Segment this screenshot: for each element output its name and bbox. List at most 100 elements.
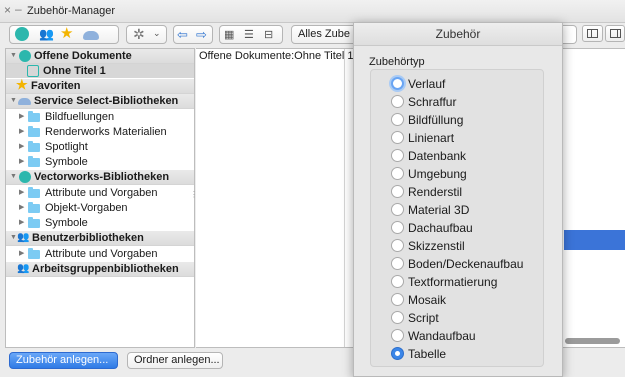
sidebar-item-bildfuellungen[interactable]: ▶ Bildfuellungen [6, 110, 194, 124]
sidebar-item-label: Symbole [45, 156, 88, 168]
radio-verlauf[interactable]: Verlauf [391, 76, 561, 92]
sidebar-section-favorites[interactable]: ★ Favoriten [6, 78, 194, 94]
toggle-sidebar-button[interactable] [582, 25, 603, 42]
radio-button[interactable] [391, 77, 404, 90]
sidebar-section-label: Offene Dokumente [34, 50, 132, 62]
search-input[interactable] [563, 25, 577, 44]
disclosure-open-icon[interactable]: ▼ [10, 94, 17, 108]
radio-button[interactable] [391, 113, 404, 126]
radio-bildfuellung[interactable]: Bildfüllung [391, 112, 561, 128]
radio-label: Renderstil [408, 185, 463, 199]
disclosure-open-icon[interactable]: ▼ [10, 231, 17, 245]
radio-mosaik[interactable]: Mosaik [391, 292, 561, 308]
radio-dachaufbau[interactable]: Dachaufbau [391, 220, 561, 236]
radio-button[interactable] [391, 167, 404, 180]
icon-view-icon[interactable]: ▦ [224, 27, 240, 43]
radio-button[interactable] [391, 239, 404, 252]
radio-label: Skizzenstil [408, 239, 465, 253]
radio-button[interactable] [391, 221, 404, 234]
window-title: Zubehör-Manager [27, 5, 116, 17]
sidebar-section-arbeitsgruppen[interactable]: 👥 Arbeitsgruppenbibliotheken [6, 262, 194, 277]
disclosure-open-icon[interactable]: ▼ [10, 49, 17, 63]
favorites-star-icon[interactable]: ★ [60, 26, 76, 42]
sidebar-item-label: Symbole [45, 217, 88, 229]
disclosure-closed-icon[interactable]: ▶ [19, 155, 24, 169]
users-icon[interactable]: 👥 [39, 27, 55, 43]
disclosure-open-icon[interactable]: ▼ [10, 170, 17, 184]
sidebar-item-label: Ohne Titel 1 [43, 65, 106, 77]
sidebar-item-attribute-und-vorgaben-user[interactable]: ▶ Attribute und Vorgaben [6, 247, 194, 261]
back-arrow-icon[interactable]: ⇦ [177, 26, 193, 42]
radio-boden-deckenaufbau[interactable]: Boden/Deckenaufbau [391, 256, 561, 272]
sidebar-section-open-documents[interactable]: ▼ Offene Dokumente [6, 49, 194, 64]
radio-script[interactable]: Script [391, 310, 561, 326]
disclosure-closed-icon[interactable]: ▶ [19, 201, 24, 215]
radio-datenbank[interactable]: Datenbank [391, 148, 561, 164]
sidebar-item-label: Renderworks Materialien [45, 126, 167, 138]
radio-button[interactable] [391, 257, 404, 270]
create-resource-button[interactable]: Zubehör anlegen... [9, 352, 118, 369]
forward-arrow-icon[interactable]: ⇨ [196, 26, 212, 42]
sidebar-item-symbole-vw[interactable]: ▶ Symbole [6, 216, 194, 230]
folder-icon [28, 217, 40, 228]
detail-view-icon[interactable]: ⊟ [264, 27, 280, 43]
radio-label: Mosaik [408, 293, 447, 307]
minimize-icon[interactable]: – [15, 2, 22, 16]
sidebar-item-spotlight[interactable]: ▶ Spotlight [6, 140, 194, 154]
radio-button[interactable] [391, 131, 404, 144]
sidebar-item-objekt-vorgaben[interactable]: ▶ Objekt-Vorgaben [6, 201, 194, 215]
radio-linienart[interactable]: Linienart [391, 130, 561, 146]
horizontal-scrollbar[interactable] [565, 338, 620, 344]
window-titlebar: × – Zubehör-Manager [0, 0, 625, 23]
column-divider[interactable] [344, 49, 345, 347]
radio-renderstil[interactable]: Renderstil [391, 184, 561, 200]
radio-schraffur[interactable]: Schraffur [391, 94, 561, 110]
close-icon[interactable]: × [4, 3, 11, 17]
popover-title: Zubehör [354, 23, 562, 46]
radio-label: Bildfüllung [408, 113, 464, 127]
selected-row-highlight[interactable] [564, 230, 625, 250]
radio-label: Textformatierung [408, 275, 498, 289]
sidebar-item-label: Attribute und Vorgaben [45, 248, 158, 260]
radio-button[interactable] [391, 149, 404, 162]
sidebar-section-service-select[interactable]: ▼ Service Select-Bibliotheken [6, 94, 194, 109]
disclosure-closed-icon[interactable]: ▶ [19, 186, 24, 200]
radio-material-3d[interactable]: Material 3D [391, 202, 561, 218]
sidebar-section-label: Service Select-Bibliotheken [34, 95, 179, 107]
resource-type-popover: Zubehör Zubehörtyp Verlauf Schraffur Bil… [353, 22, 563, 377]
sidebar-item-renderworks-materialien[interactable]: ▶ Renderworks Materialien [6, 125, 194, 139]
disclosure-closed-icon[interactable]: ▶ [19, 216, 24, 230]
sidebar-section-benutzerbibliotheken[interactable]: ▼ 👥 Benutzerbibliotheken [6, 231, 194, 246]
radio-button[interactable] [391, 311, 404, 324]
radio-button[interactable] [391, 185, 404, 198]
new-folder-button[interactable]: Ordner anlegen... [127, 352, 223, 369]
radio-wandaufbau[interactable]: Wandaufbau [391, 328, 561, 344]
sidebar-section-vectorworks[interactable]: ▼ Vectorworks-Bibliotheken [6, 170, 194, 185]
sidebar-item-ohne-titel-1[interactable]: Ohne Titel 1 [6, 64, 194, 78]
sidebar-item-attribute-und-vorgaben[interactable]: ▶ Attribute und Vorgaben [6, 186, 194, 200]
sidebar-item-symbole[interactable]: ▶ Symbole [6, 155, 194, 169]
radio-button[interactable] [391, 203, 404, 216]
list-view-icon[interactable]: ☰ [244, 27, 260, 43]
cloud-icon[interactable] [83, 31, 99, 40]
radio-button[interactable] [391, 293, 404, 306]
disclosure-closed-icon[interactable]: ▶ [19, 125, 24, 139]
users-icon: 👥 [17, 232, 30, 243]
disclosure-closed-icon[interactable]: ▶ [19, 140, 24, 154]
open-documents-icon[interactable] [15, 27, 29, 41]
radio-umgebung[interactable]: Umgebung [391, 166, 561, 182]
resource-type-radio-group: Verlauf Schraffur Bildfüllung Linienart … [370, 69, 544, 367]
radio-button[interactable] [391, 275, 404, 288]
action-menu-button[interactable]: ✲ ⌄ [126, 25, 167, 44]
disclosure-closed-icon[interactable]: ▶ [19, 247, 24, 261]
radio-button[interactable] [391, 329, 404, 342]
radio-button[interactable] [391, 347, 404, 360]
radio-textformatierung[interactable]: Textformatierung [391, 274, 561, 290]
radio-skizzenstil[interactable]: Skizzenstil [391, 238, 561, 254]
radio-label: Linienart [408, 131, 455, 145]
radio-tabelle[interactable]: Tabelle [391, 346, 561, 362]
content-filter-button[interactable]: Alles Zube [291, 25, 357, 44]
toggle-preview-button[interactable] [605, 25, 625, 42]
radio-button[interactable] [391, 95, 404, 108]
disclosure-closed-icon[interactable]: ▶ [19, 110, 24, 124]
